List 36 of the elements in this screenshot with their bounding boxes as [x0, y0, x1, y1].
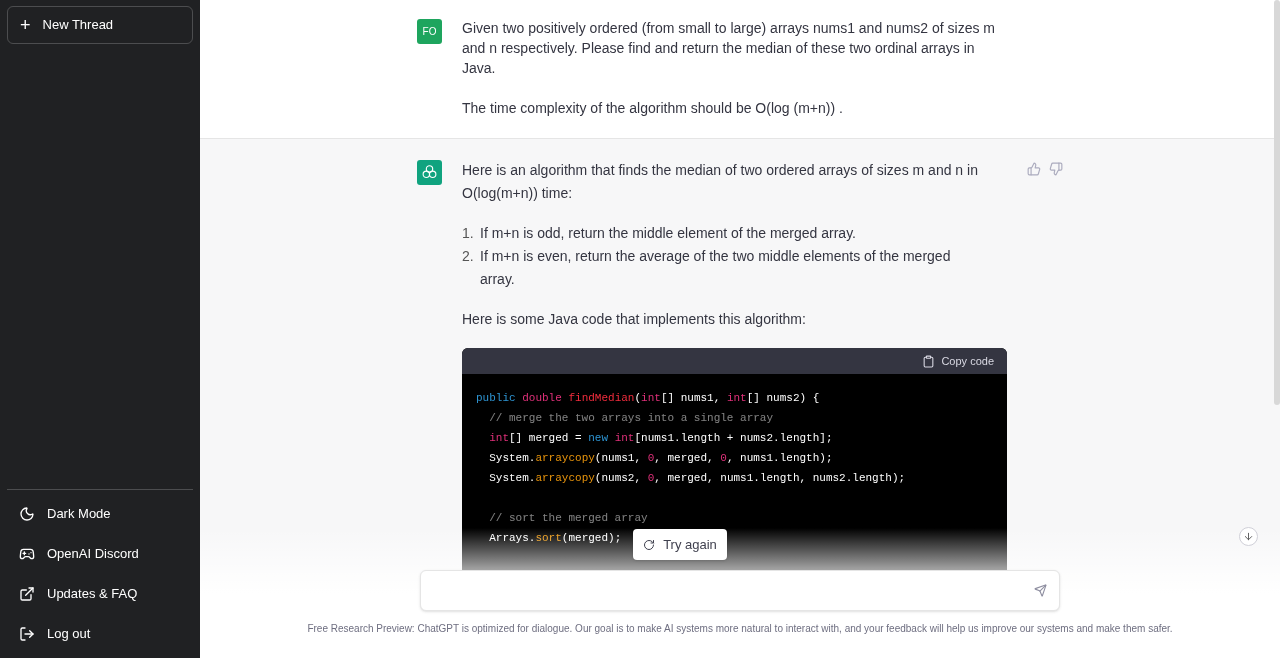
user-avatar: FO: [417, 19, 442, 44]
code-line: // sort the merged array: [488, 511, 648, 526]
sidebar-item[interactable]: Log out: [7, 614, 193, 654]
footer-text: Free Research Preview: ChatGPT is optimized for dialogue. Our goal is to make AI systems more natural to interact with, and your feedback will help us improve our systems and make them safer.: [307, 622, 1173, 636]
message-input[interactable]: [420, 570, 1060, 611]
code-line: public double findMedian(int[] nums1, int[] nums2) {: [476, 391, 820, 406]
clipboard-icon: [922, 354, 936, 368]
logout-icon: [19, 626, 35, 642]
copy-code-button[interactable]: Copy code: [922, 352, 994, 370]
list-item-text: If m+n is even, return the average of the two middle elements of the merged array.: [480, 247, 952, 289]
arrow-down-icon: [1243, 531, 1254, 542]
gamepad-icon: [19, 546, 35, 562]
new-thread-button[interactable]: + New Thread: [7, 6, 193, 44]
sidebar-item[interactable]: Updates & FAQ: [7, 574, 193, 614]
message-text: Given two positively ordered (from small to large) arrays nums1 and nums2 of sizes m and n respectively. Please find and return the median of these two ordinal arrays in Java.: [462, 19, 996, 78]
list-number: 2.: [462, 247, 475, 266]
code-line: System.arraycopy(nums1, 0, merged, 0, nums1.length);: [488, 451, 833, 466]
code-line: // merge the two arrays into a single array: [488, 411, 774, 426]
code-line: int[] merged = new int[nums1.length + nums2.length];: [488, 431, 833, 446]
try-again-button[interactable]: Try again: [633, 529, 727, 560]
sidebar-item[interactable]: OpenAI Discord: [7, 534, 193, 574]
sidebar-item[interactable]: Dark Mode: [7, 494, 193, 534]
code-line: System.arraycopy(nums2, 0, merged, nums1.length, nums2.length);: [488, 471, 906, 486]
list-item-text: If m+n is odd, return the middle element of the merged array.: [480, 224, 857, 243]
thumbs-down-icon[interactable]: [1049, 162, 1063, 176]
external-link-icon: [19, 586, 35, 602]
message-text: Here is some Java code that implements this algorithm:: [462, 310, 807, 329]
moon-icon: [19, 506, 35, 522]
thumbs-up-icon[interactable]: [1027, 162, 1041, 176]
message-text: Here is an algorithm that finds the median of two ordered arrays of sizes m and n in O(log(m+n)) time:: [462, 161, 979, 203]
code-line: Arrays.sort(merged);: [488, 531, 622, 546]
refresh-icon[interactable]: [643, 538, 656, 551]
plus-icon: +: [20, 16, 31, 34]
message-text: The time complexity of the algorithm should be O(log (m+n)) .: [462, 99, 844, 118]
list-number: 1.: [462, 224, 475, 243]
send-icon[interactable]: [1034, 584, 1047, 597]
